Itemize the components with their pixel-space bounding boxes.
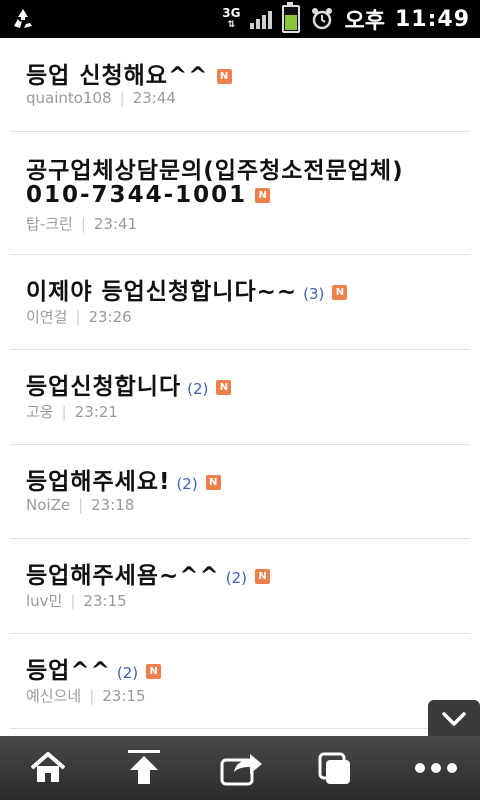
post-meta: luv민 | 23:15 (26, 592, 127, 610)
post-time: 23:18 (91, 496, 135, 514)
more-icon (415, 763, 457, 773)
post-time: 23:15 (83, 592, 127, 610)
post-title: 등업신청합니다 (2) N (26, 367, 232, 401)
post-time: 23:44 (132, 89, 176, 107)
post-time: 23:41 (93, 215, 138, 233)
post-title: 등업해주세요! (2) N (26, 462, 221, 496)
new-badge: N (205, 475, 221, 490)
chevron-down-icon (442, 712, 466, 726)
post-author: 예신으네 (26, 687, 82, 705)
list-item[interactable]: 등업신청합니다 (2) N 고웅 | 23:21 (0, 349, 480, 445)
list-item[interactable]: 등업 신청해요^^ N quainto108 | 23:44 (0, 38, 480, 132)
post-title: 이제야 등업신청합니다~~ (3) N (26, 272, 348, 306)
post-title: 공구업체상담문의(입주청소전문업체) (26, 158, 404, 184)
post-author: 탑-크린 (26, 215, 73, 233)
clock: 11:49 (394, 6, 470, 32)
windows-icon (318, 752, 350, 784)
status-bar: 3G ⇅ 오후 11:49 (0, 0, 480, 38)
post-time: 23:21 (74, 403, 118, 421)
post-time: 23:26 (88, 308, 132, 326)
post-meta: 탑-크린 | 23:41 (26, 215, 138, 233)
list-item[interactable]: 공구업체상담문의(입주청소전문업체) 010-7344-1001 N 탑-크린 | 2… (0, 131, 480, 255)
post-meta: 이연걸 | 23:26 (26, 308, 132, 326)
post-meta: 고웅 | 23:21 (26, 403, 118, 421)
new-badge: N (255, 188, 271, 203)
comment-count: (2) (187, 380, 209, 398)
comment-count: (2) (176, 475, 198, 493)
home-button[interactable] (0, 736, 96, 800)
share-icon (220, 754, 262, 786)
post-author: 고웅 (26, 403, 54, 421)
scroll-to-top-icon (128, 750, 160, 784)
list-item[interactable]: 등업해주세욤~^^ (2) N luv민 | 23:15 (0, 538, 480, 634)
list-item[interactable]: 이제야 등업신청합니다~~ (3) N 이연걸 | 23:26 (0, 254, 480, 350)
post-meta: NoiZe | 23:18 (26, 496, 135, 514)
post-title: 등업^^ (2) N (26, 651, 162, 685)
new-badge: N (216, 69, 232, 84)
bottom-toolbar (0, 736, 480, 800)
post-title: 등업해주세욤~^^ (2) N (26, 556, 271, 590)
comment-count: (2) (116, 664, 139, 682)
post-meta: quainto108 | 23:44 (26, 89, 176, 107)
signal-icon (250, 9, 273, 29)
new-badge: N (332, 285, 348, 300)
more-button[interactable] (384, 736, 480, 800)
post-author: 이연걸 (26, 308, 68, 326)
divider (10, 728, 470, 729)
post-author: quainto108 (26, 89, 112, 107)
ampm-label: 오후 (344, 9, 385, 34)
scroll-top-button[interactable] (96, 736, 192, 800)
post-author: luv민 (26, 592, 63, 610)
post-time: 23:15 (102, 687, 146, 705)
comment-count: (3) (303, 285, 325, 303)
post-title: 등업 신청해요^^ N (26, 56, 232, 90)
home-icon (30, 752, 66, 782)
comment-count: (2) (225, 569, 248, 587)
list-item[interactable]: 등업해주세요! (2) N NoiZe | 23:18 (0, 444, 480, 539)
alarm-icon (310, 7, 334, 31)
recycle-icon (10, 6, 36, 32)
post-author: NoiZe (26, 496, 71, 514)
new-badge: N (255, 569, 271, 584)
windows-button[interactable] (288, 736, 384, 800)
list-item[interactable]: 등업^^ (2) N 예신으네 | 23:15 (0, 633, 480, 729)
new-badge: N (216, 380, 232, 395)
scroll-down-button[interactable] (428, 700, 480, 738)
post-meta: 예신으네 | 23:15 (26, 687, 146, 705)
post-title-line2: 010-7344-1001 N (26, 182, 271, 208)
network-type: 3G ⇅ (222, 6, 241, 30)
share-button[interactable] (192, 736, 288, 800)
new-badge: N (146, 664, 162, 679)
battery-icon (282, 2, 301, 33)
